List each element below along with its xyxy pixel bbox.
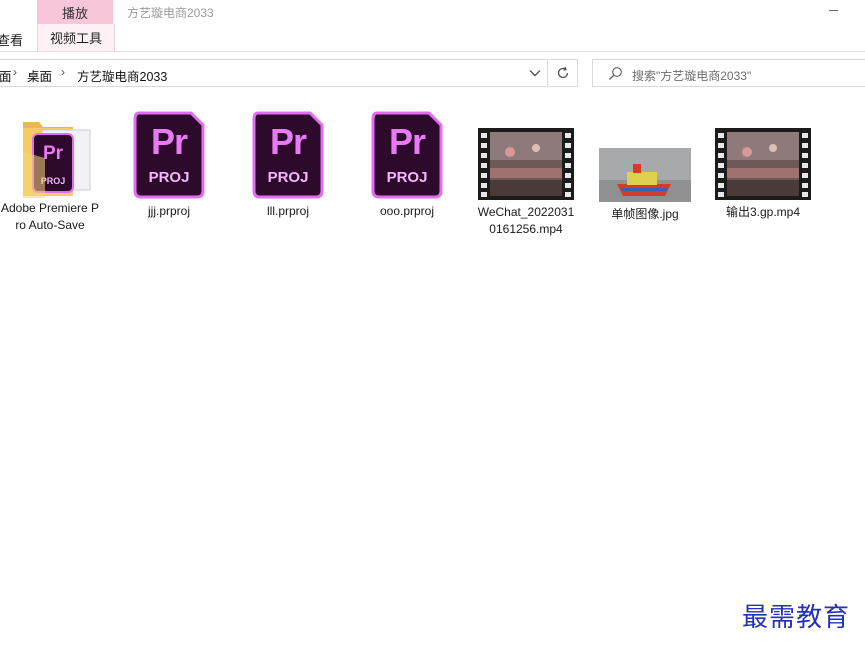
pr-text: Pr [150,121,188,162]
file-label: lll.prproj [266,204,309,218]
breadcrumb-root[interactable]: 面 [0,66,12,85]
file-item-output3[interactable]: 输出3.gp.mp4 [713,128,813,221]
file-item-single-frame[interactable]: 单帧图像.jpg [595,148,695,223]
file-item-ooo[interactable]: Pr PROJ ooo.prproj [357,111,457,220]
file-item-jjj[interactable]: Pr PROJ jjj.prproj [119,111,219,220]
proj-text: PROJ [267,169,309,186]
breadcrumb-folder[interactable]: 方艺璇电商2033 [77,66,167,85]
proj-text: PROJ [148,169,190,186]
image-thumbnail-icon [599,148,691,202]
breadcrumb-desktop[interactable]: 桌面 [27,66,52,85]
ribbon-tab-row-2 [0,24,865,52]
chevron-right-icon[interactable]: › [13,65,17,79]
proj-text: PROJ [386,169,428,186]
tab-view[interactable]: 查看 [0,30,23,49]
watermark-logo: 最需教育 [742,603,851,633]
svg-text:Pr: Pr [43,143,64,164]
pr-text: Pr [269,121,307,162]
premiere-project-icon: Pr PROJ [133,111,205,199]
file-label: WeChat_20220310161256.mp4 [477,205,575,236]
folder-premiere-icon: Pr PROJ [23,122,91,198]
chevron-right-icon[interactable]: › [61,65,65,79]
search-box[interactable]: 搜索"方艺璇电商2033" [592,59,865,87]
address-bar[interactable]: 面 › 桌面 › 方艺璇电商2033 [0,59,548,87]
file-label: 单帧图像.jpg [611,207,679,221]
file-label: jjj.prproj [147,204,190,218]
refresh-icon [557,66,569,79]
tab-video-tools[interactable]: 视频工具 [37,24,115,51]
premiere-project-icon: Pr PROJ [252,111,324,199]
search-input[interactable]: 搜索"方艺璇电商2033" [632,67,751,84]
file-item-wechat-video[interactable]: WeChat_20220310161256.mp4 [476,128,576,238]
address-dropdown-button[interactable] [522,59,548,87]
chevron-down-icon [529,70,541,77]
premiere-project-icon: Pr PROJ [371,111,443,199]
file-label: ooo.prproj [379,204,435,218]
file-item-lll[interactable]: Pr PROJ lll.prproj [238,111,338,220]
refresh-button[interactable] [549,59,578,87]
window-title: 方艺璇电商2033 [127,6,214,20]
tab-play[interactable]: 播放 [37,0,113,24]
file-item-adobe-folder[interactable]: Pr PROJ Adobe Premiere Pro Auto-Save [0,112,100,234]
minimize-button[interactable] [822,0,844,22]
file-label: 输出3.gp.mp4 [725,205,801,219]
video-thumbnail-icon [715,128,811,200]
pr-text: Pr [388,121,426,162]
video-thumbnail-icon [478,128,574,200]
file-label: Adobe Premiere Pro Auto-Save [0,201,100,232]
search-icon [609,67,622,80]
